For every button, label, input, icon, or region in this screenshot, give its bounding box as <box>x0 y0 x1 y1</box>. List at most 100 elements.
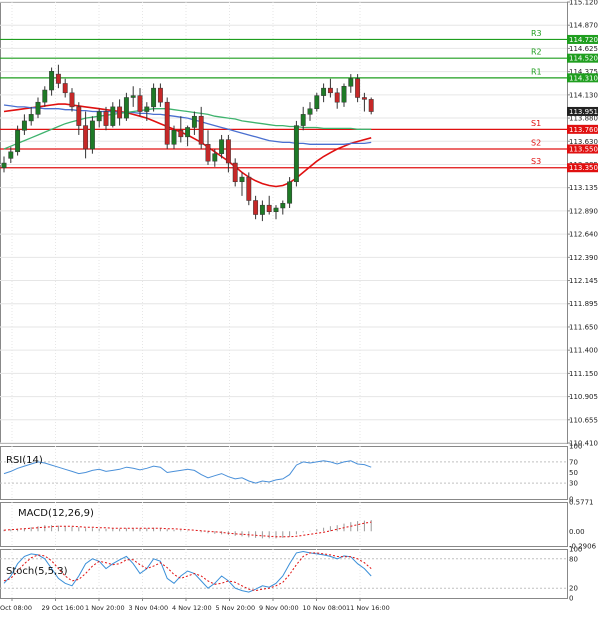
candle-body <box>293 125 299 183</box>
candle-body <box>21 120 27 131</box>
x-tick-label: 3 Nov 04:00 <box>129 604 169 612</box>
macd-y-tick-label: 0.5771 <box>569 499 594 507</box>
level-tag-label-s1: 113.760 <box>569 126 598 134</box>
candle-body <box>266 204 272 212</box>
stoch-y-tick-label: 20 <box>569 585 578 593</box>
main-y-tick-label: 111.895 <box>569 300 598 308</box>
rsi-label: RSI(14) <box>6 455 43 466</box>
candle-body <box>198 115 204 145</box>
rsi-y-tick-label: 30 <box>569 480 578 488</box>
candle-body <box>62 83 68 94</box>
candle-body <box>69 92 75 108</box>
level-name-r1: R1 <box>531 67 542 76</box>
stoch-y-tick-label: 100 <box>569 546 582 554</box>
current-price-label: 113.951 <box>569 108 598 116</box>
candle-body <box>273 207 279 212</box>
main-y-tick-label: 110.905 <box>569 393 598 401</box>
rsi-y-tick-label: 50 <box>569 469 578 477</box>
candle-body <box>334 92 340 103</box>
candle-body <box>355 78 361 98</box>
main-y-tick-label: 114.870 <box>569 22 598 30</box>
main-y-tick-label: 111.400 <box>569 347 598 355</box>
level-tag-label-r3: 114.720 <box>569 36 598 44</box>
level-tag-label-r2: 114.520 <box>569 55 598 63</box>
stoch-y-tick-label: 0 <box>569 595 573 603</box>
main-y-tick-label: 111.150 <box>569 370 598 378</box>
candle-body <box>96 111 102 122</box>
candle-body <box>300 114 306 126</box>
candle-body <box>28 114 34 122</box>
chart-root: 115.120114.870114.625114.375114.130113.8… <box>0 0 598 612</box>
candle-body <box>157 87 163 103</box>
level-name-r3: R3 <box>531 29 542 38</box>
rsi-y-tick-label: 70 <box>569 458 578 466</box>
candle-body <box>171 130 177 145</box>
main-y-tick-label: 110.655 <box>569 416 598 424</box>
candle-body <box>341 86 347 103</box>
candle-body <box>239 176 245 183</box>
candle-body <box>83 125 89 150</box>
x-tick-label: Oct 08:00 <box>0 604 32 612</box>
main-y-tick-label: 115.120 <box>569 0 598 7</box>
x-tick-label: 10 Nov 08:00 <box>303 604 347 612</box>
candle-body <box>123 97 129 119</box>
candle-body <box>280 203 286 209</box>
candle-body <box>35 101 41 115</box>
candle-body <box>259 204 265 215</box>
candle-body <box>103 111 109 126</box>
main-y-tick-label: 113.135 <box>569 184 598 192</box>
candle-body <box>49 71 55 91</box>
stoch-y-tick-label: 80 <box>569 555 578 563</box>
candle-body <box>117 106 123 119</box>
candle-body <box>368 99 374 112</box>
candle-body <box>1 162 7 168</box>
candle-body <box>348 78 354 87</box>
candle-body <box>361 97 367 100</box>
candle-body <box>287 181 293 204</box>
main-y-tick-label: 111.650 <box>569 323 598 331</box>
main-y-tick-label: 114.130 <box>569 91 598 99</box>
main-pane-frame <box>0 2 568 444</box>
x-tick-label: 11 Nov 16:00 <box>346 604 390 612</box>
main-y-tick-label: 112.390 <box>569 254 598 262</box>
macd-y-tick-label: 0.00 <box>569 528 585 536</box>
x-tick-label: 29 Oct 16:00 <box>42 604 84 612</box>
candle-body <box>191 115 197 128</box>
candle-body <box>246 176 252 201</box>
candle-body <box>151 87 157 108</box>
candle-body <box>327 87 333 94</box>
candle-body <box>212 153 218 162</box>
level-tag-label-r1: 114.310 <box>569 74 598 82</box>
candle-body <box>76 106 82 126</box>
level-name-s3: S3 <box>531 157 541 166</box>
candle-body <box>42 89 48 103</box>
candle-body <box>89 120 95 150</box>
main-y-tick-label: 112.640 <box>569 231 598 239</box>
main-y-tick-label: 112.145 <box>569 277 598 285</box>
candle-body <box>307 108 313 115</box>
candle-body <box>185 127 191 138</box>
level-name-r2: R2 <box>531 48 542 57</box>
candle-body <box>253 200 259 215</box>
candle-body <box>144 106 150 112</box>
level-tag-label-s2: 113.550 <box>569 146 598 154</box>
candle-body <box>137 95 143 112</box>
main-y-tick-label: 114.625 <box>569 45 598 53</box>
candle-body <box>314 95 320 109</box>
candle-body <box>164 101 170 145</box>
level-name-s2: S2 <box>531 139 541 148</box>
candle-body <box>8 151 14 159</box>
x-tick-label: 4 Nov 12:00 <box>172 604 212 612</box>
candle-body <box>55 73 61 84</box>
rsi-y-tick-label: 100 <box>569 443 582 451</box>
level-name-s1: S1 <box>531 119 541 128</box>
level-tag-label-s3: 113.350 <box>569 164 598 172</box>
candle-body <box>15 130 21 153</box>
candle-body <box>205 144 211 162</box>
candle-body <box>225 139 231 164</box>
x-tick-label: 1 Nov 20:00 <box>85 604 125 612</box>
main-y-tick-label: 112.890 <box>569 207 598 215</box>
candle-body <box>219 139 225 154</box>
candle-body <box>130 95 136 98</box>
candle-body <box>110 106 116 126</box>
